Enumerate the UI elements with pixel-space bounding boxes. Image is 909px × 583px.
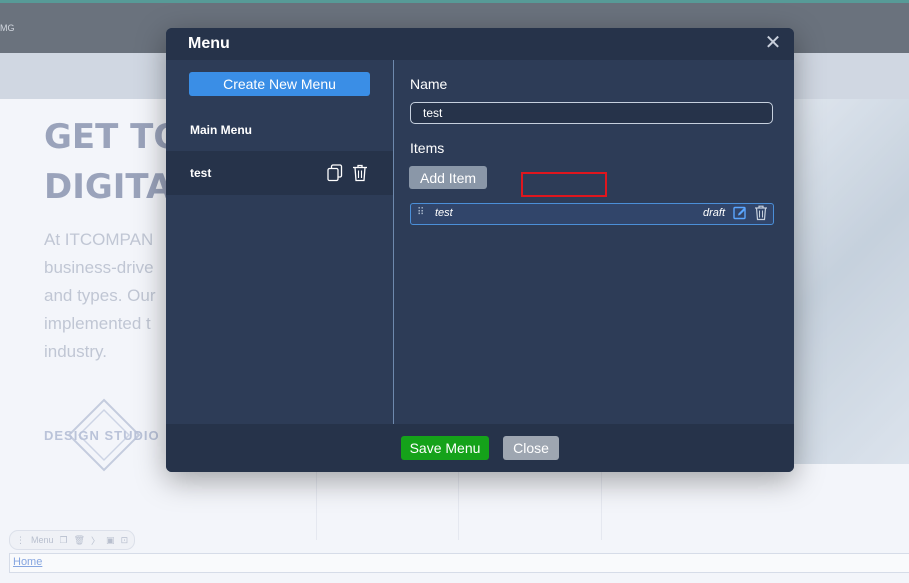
close-button[interactable]: Close (503, 436, 559, 460)
menu-item-row[interactable]: ⠿ test draft (410, 203, 774, 225)
menu-name-input[interactable] (410, 102, 773, 124)
menu-item-label: test (435, 207, 453, 219)
highlight-box (521, 172, 607, 197)
menu-list-item-test[interactable]: test (166, 151, 393, 195)
menu-list-panel: Create New Menu Main Menu test (166, 60, 394, 424)
modal-footer: Save Menu Close (166, 424, 794, 472)
add-item-button[interactable]: Add Item (409, 166, 487, 189)
menu-list-item-main-menu[interactable]: Main Menu (190, 123, 252, 137)
menu-modal: Menu ✕ Create New Menu Main Menu test Na… (166, 28, 794, 472)
name-label: Name (410, 76, 448, 92)
modal-header: Menu ✕ (166, 28, 794, 60)
modal-title: Menu (188, 35, 230, 52)
trash-icon[interactable] (754, 205, 768, 221)
menu-item-status: draft (703, 207, 726, 219)
drag-handle-icon[interactable]: ⠿ (417, 207, 424, 218)
edit-icon[interactable] (733, 206, 747, 220)
save-menu-button[interactable]: Save Menu (401, 436, 489, 460)
close-x-icon[interactable]: ✕ (762, 32, 784, 54)
menu-editor-panel: Name Items Add Item ⠿ test draft (394, 60, 794, 424)
copy-icon[interactable] (327, 164, 343, 182)
menu-list-item-label: test (190, 166, 212, 180)
create-new-menu-button[interactable]: Create New Menu (189, 72, 370, 96)
trash-icon[interactable] (352, 164, 368, 182)
items-label: Items (410, 140, 445, 156)
